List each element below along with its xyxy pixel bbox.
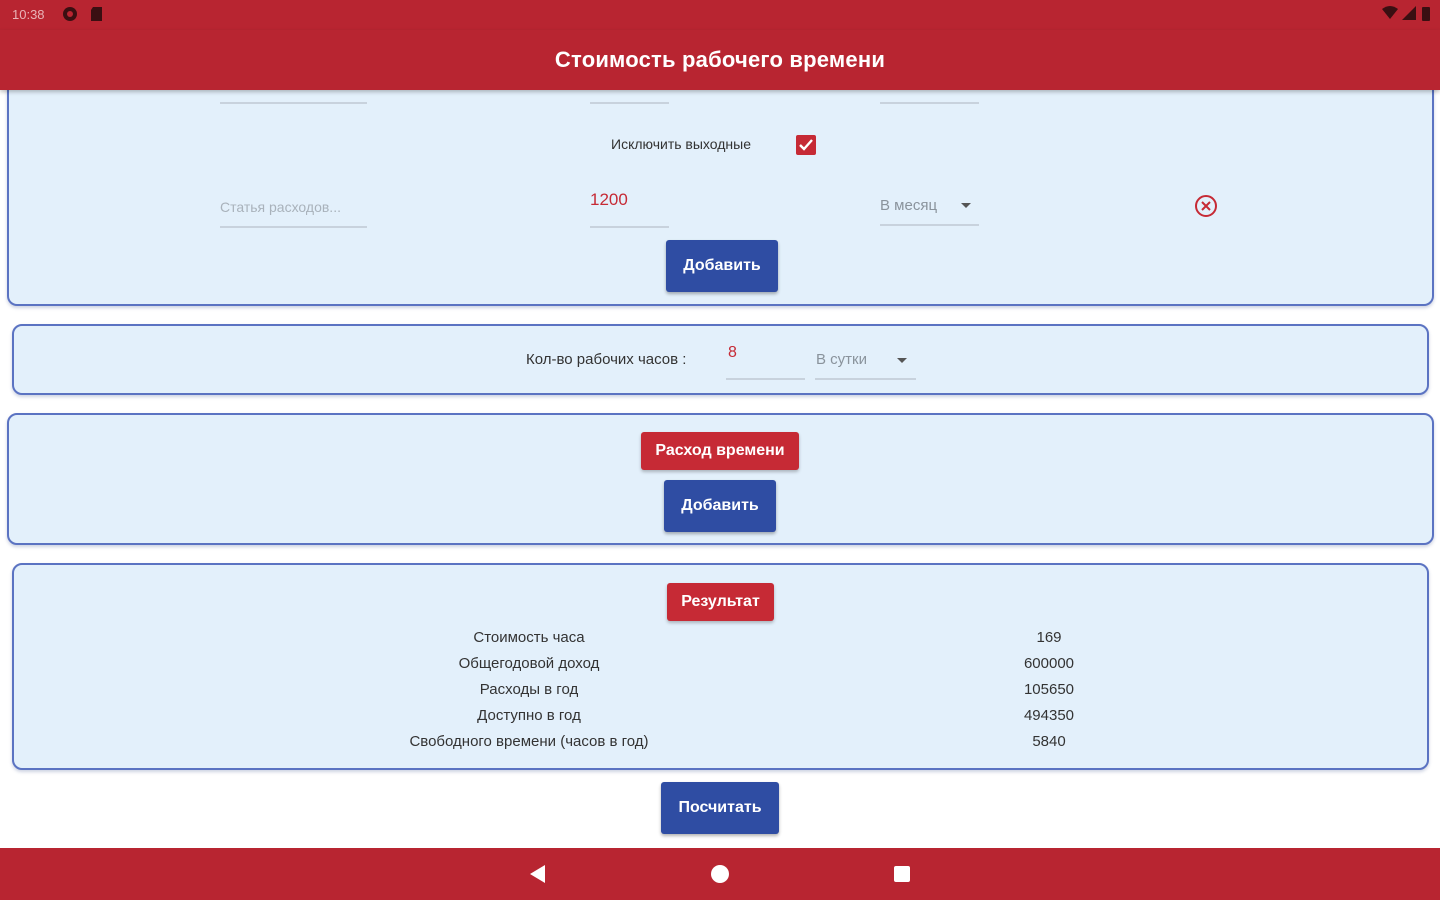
chevron-down-icon bbox=[897, 358, 907, 363]
expense-amount-value: 1200 bbox=[590, 190, 628, 209]
gear-icon bbox=[62, 6, 78, 22]
result-header: Результат bbox=[667, 583, 774, 621]
result-label: Стоимость часа bbox=[473, 629, 585, 646]
home-icon[interactable] bbox=[708, 862, 732, 886]
status-bar: 10:38 bbox=[0, 0, 1440, 30]
result-label: Свободного времени (часов в год) bbox=[409, 733, 649, 750]
result-value: 169 bbox=[1036, 629, 1062, 646]
chevron-down-icon bbox=[961, 203, 971, 208]
prev-expense-name-field[interactable] bbox=[220, 100, 367, 104]
result-value: 494350 bbox=[1023, 707, 1075, 724]
result-value: 105650 bbox=[1023, 681, 1075, 698]
working-hours-period-value: В сутки bbox=[816, 351, 867, 368]
prev-expense-amount-field[interactable] bbox=[590, 100, 669, 104]
back-icon[interactable] bbox=[526, 862, 550, 886]
navigation-bar bbox=[0, 848, 1440, 900]
page-title: Стоимость рабочего времени bbox=[554, 47, 886, 72]
expense-name-field[interactable]: Статья расходов... bbox=[220, 188, 367, 228]
app-bar: Стоимость рабочего времени bbox=[0, 30, 1440, 90]
working-hours-field[interactable]: 8 bbox=[726, 340, 805, 380]
result-label: Расходы в год bbox=[479, 681, 579, 698]
prev-expense-period-select[interactable] bbox=[880, 100, 979, 104]
add-expense-button[interactable]: Добавить bbox=[666, 240, 778, 292]
result-label: Доступно в год bbox=[477, 707, 581, 724]
expense-period-value: В месяц bbox=[880, 197, 938, 214]
working-hours-period-select[interactable]: В сутки bbox=[815, 340, 916, 380]
time-expense-header: Расход времени bbox=[641, 432, 799, 470]
recents-icon[interactable] bbox=[890, 862, 914, 886]
exclude-weekends-label: Исключить выходные bbox=[611, 136, 751, 152]
expense-amount-field[interactable]: 1200 bbox=[590, 188, 669, 228]
check-icon bbox=[799, 139, 813, 151]
result-value: 600000 bbox=[1023, 655, 1075, 672]
time-expense-card: Расход времени Добавить bbox=[7, 413, 1434, 545]
working-hours-card: Кол-во рабочих часов : 8 В сутки bbox=[12, 324, 1429, 395]
working-hours-value: 8 bbox=[728, 344, 737, 361]
remove-circle-icon[interactable] bbox=[1194, 194, 1218, 218]
signal-icon bbox=[1402, 6, 1418, 22]
result-value: 5840 bbox=[1032, 733, 1066, 750]
expenses-card: Исключить выходные Статья расходов... 12… bbox=[7, 60, 1434, 306]
wifi-icon bbox=[1382, 6, 1398, 22]
calculate-button[interactable]: Посчитать bbox=[661, 782, 779, 834]
exclude-weekends-checkbox[interactable] bbox=[796, 135, 816, 155]
sd-card-icon bbox=[90, 6, 106, 22]
add-time-expense-button[interactable]: Добавить bbox=[664, 480, 776, 532]
result-card: Результат Стоимость часа 169 Общегодовой… bbox=[12, 563, 1429, 770]
expense-name-placeholder: Статья расходов... bbox=[220, 199, 341, 215]
expense-period-select[interactable]: В месяц bbox=[880, 188, 979, 226]
working-hours-label: Кол-во рабочих часов : bbox=[526, 351, 687, 368]
status-time: 10:38 bbox=[12, 7, 45, 22]
battery-icon bbox=[1422, 6, 1438, 22]
result-label: Общегодовой доход bbox=[458, 655, 600, 672]
